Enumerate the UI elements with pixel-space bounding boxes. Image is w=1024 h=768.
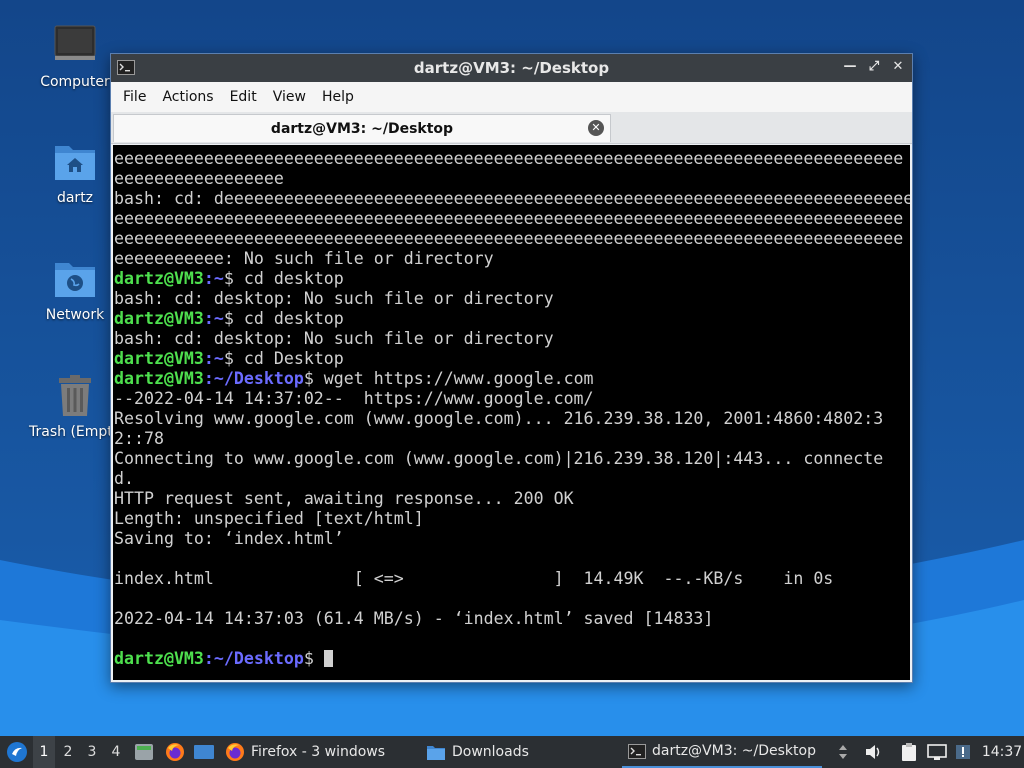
command-text: $ cd desktop — [223, 269, 344, 288]
update-notifier-icon — [956, 745, 970, 759]
prompt-user: dartz@VM3 — [114, 269, 204, 288]
menu-view[interactable]: View — [265, 89, 314, 105]
window-titlebar[interactable]: dartz@VM3: ~/Desktop — ⤢ ✕ — [111, 54, 912, 82]
terminal-line: bash: cd: deeeeeeeeeeeeeeeeeeeeeeeeeeeee… — [114, 189, 910, 208]
terminal-cursor — [323, 650, 333, 667]
update-button[interactable] — [952, 736, 974, 768]
task-label: Downloads — [452, 744, 529, 760]
folder-icon — [427, 745, 445, 760]
clock[interactable]: 14:37 — [982, 736, 1022, 768]
workspace-3[interactable]: 3 — [81, 736, 103, 768]
prompt-path: :~ — [203, 349, 224, 368]
workspace-4[interactable]: 4 — [105, 736, 127, 768]
terminal-line: 2022-04-14 14:37:03 (61.4 MB/s) - ‘index… — [114, 609, 714, 628]
terminal-line: eeeeeeeeeee: No such file or directory — [114, 249, 494, 268]
terminal-line: dartz@VM3:~$ cd desktop — [114, 309, 910, 329]
terminal-line: HTTP request sent, awaiting response... … — [114, 489, 574, 508]
menu-help[interactable]: Help — [314, 89, 362, 105]
volume-button[interactable] — [862, 736, 884, 768]
quicklaunch-firefox[interactable] — [163, 736, 187, 768]
terminal-line: 2::78 — [114, 429, 164, 448]
terminal-line: --2022-04-14 14:37:02-- https://www.goog… — [114, 389, 594, 408]
command-text: $ cd Desktop — [223, 349, 344, 368]
terminal-line: eeeeeeeeeeeeeeeee — [114, 169, 284, 188]
terminal-icon — [628, 743, 646, 759]
terminal-line: Resolving www.google.com (www.google.com… — [114, 409, 884, 428]
terminal-line: dartz@VM3:~$ cd desktop — [114, 269, 910, 289]
prompt-user: dartz@VM3 — [114, 349, 204, 368]
terminal-line: dartz@VM3:~/Desktop$ — [114, 649, 910, 669]
tab-close-icon[interactable]: ✕ — [588, 120, 604, 136]
terminal-line: bash: cd: desktop: No such file or direc… — [114, 329, 554, 348]
task-label: dartz@VM3: ~/Desktop — [652, 743, 816, 759]
quicklaunch-file-manager[interactable] — [133, 736, 155, 768]
task-downloads[interactable]: Downloads — [426, 736, 529, 768]
lubuntu-logo-icon — [7, 742, 27, 762]
terminal-line: dartz@VM3:~/Desktop$ wget https://www.go… — [114, 369, 910, 389]
prompt-path: :~ — [203, 269, 224, 288]
terminal-window[interactable]: dartz@VM3: ~/Desktop — ⤢ ✕ File Actions … — [110, 53, 913, 683]
menu-file[interactable]: File — [115, 89, 154, 105]
clipboard-button[interactable] — [898, 736, 920, 768]
prompt-path: :~/Desktop — [203, 369, 304, 388]
task-firefox[interactable]: Firefox - 3 windows — [225, 736, 385, 768]
window-title: dartz@VM3: ~/Desktop — [413, 59, 610, 77]
menu-edit[interactable]: Edit — [222, 89, 265, 105]
command-text: $ wget https://www.google.com — [303, 369, 594, 388]
maximize-button[interactable]: ⤢ — [866, 58, 882, 76]
terminal-line: Length: unspecified [text/html] — [114, 509, 424, 528]
file-manager-icon — [135, 744, 153, 760]
prompt-user: dartz@VM3 — [114, 309, 204, 328]
prompt-user: dartz@VM3 — [114, 649, 204, 668]
task-label: Firefox - 3 windows — [251, 744, 386, 760]
tab-bar: dartz@VM3: ~/Desktop ✕ — [111, 112, 912, 144]
minimize-button[interactable]: — — [842, 58, 858, 76]
menu-actions[interactable]: Actions — [154, 89, 221, 105]
computer-icon — [51, 22, 99, 70]
tray-arrows-icon — [839, 745, 847, 759]
network-icon — [927, 744, 947, 760]
terminal-line: Saving to: ‘index.html’ — [114, 529, 344, 548]
volume-icon — [866, 745, 880, 759]
workspace-2[interactable]: 2 — [57, 736, 79, 768]
prompt-path: :~/Desktop — [203, 649, 304, 668]
home-folder-icon — [51, 138, 99, 186]
start-menu-button[interactable] — [4, 736, 30, 768]
terminal-line: eeeeeeeeeeeeeeeeeeeeeeeeeeeeeeeeeeeeeeee… — [114, 149, 904, 168]
terminal-output[interactable]: eeeeeeeeeeeeeeeeeeeeeeeeeeeeeeeeeeeeeeee… — [113, 145, 910, 680]
command-text: $ — [303, 649, 324, 668]
taskbar: 1 2 3 4 Firefox - 3 windows Downloads da… — [0, 736, 1024, 768]
prompt-path: :~ — [203, 309, 224, 328]
terminal-app-icon — [117, 60, 135, 75]
terminal-line: dartz@VM3:~$ cd Desktop — [114, 349, 910, 369]
terminal-line: eeeeeeeeeeeeeeeeeeeeeeeeeeeeeeeeeeeeeeee… — [114, 229, 904, 248]
terminal-line: eeeeeeeeeeeeeeeeeeeeeeeeeeeeeeeeeeeeeeee… — [114, 209, 904, 228]
tray-scroll[interactable] — [836, 736, 850, 768]
clipboard-icon — [902, 743, 916, 761]
terminal-line: Connecting to www.google.com (www.google… — [114, 449, 884, 468]
trash-icon — [51, 372, 99, 420]
network-button[interactable] — [926, 736, 948, 768]
firefox-icon — [166, 743, 184, 761]
terminal-line: d. — [114, 469, 134, 488]
command-text: $ cd desktop — [223, 309, 344, 328]
close-button[interactable]: ✕ — [890, 58, 906, 76]
network-folder-icon — [51, 255, 99, 303]
task-terminal[interactable]: dartz@VM3: ~/Desktop — [622, 736, 822, 768]
workspace-1[interactable]: 1 — [33, 736, 55, 768]
tab-title: dartz@VM3: ~/Desktop — [270, 120, 454, 137]
menu-bar: File Actions Edit View Help — [111, 82, 912, 112]
terminal-tab[interactable]: dartz@VM3: ~/Desktop ✕ — [113, 114, 611, 142]
prompt-user: dartz@VM3 — [114, 369, 204, 388]
terminal-line: index.html [ <=> ] 14.49K --.-KB/s in 0s — [114, 569, 834, 588]
desktop-icon-label: Trash (Empty) — [29, 424, 113, 440]
show-desktop-icon — [194, 745, 214, 759]
quicklaunch-desktop[interactable] — [192, 736, 216, 768]
terminal-line: bash: cd: desktop: No such file or direc… — [114, 289, 554, 308]
firefox-icon — [226, 743, 244, 761]
desktop-icon-trash[interactable]: Trash (Empty) — [25, 372, 113, 440]
